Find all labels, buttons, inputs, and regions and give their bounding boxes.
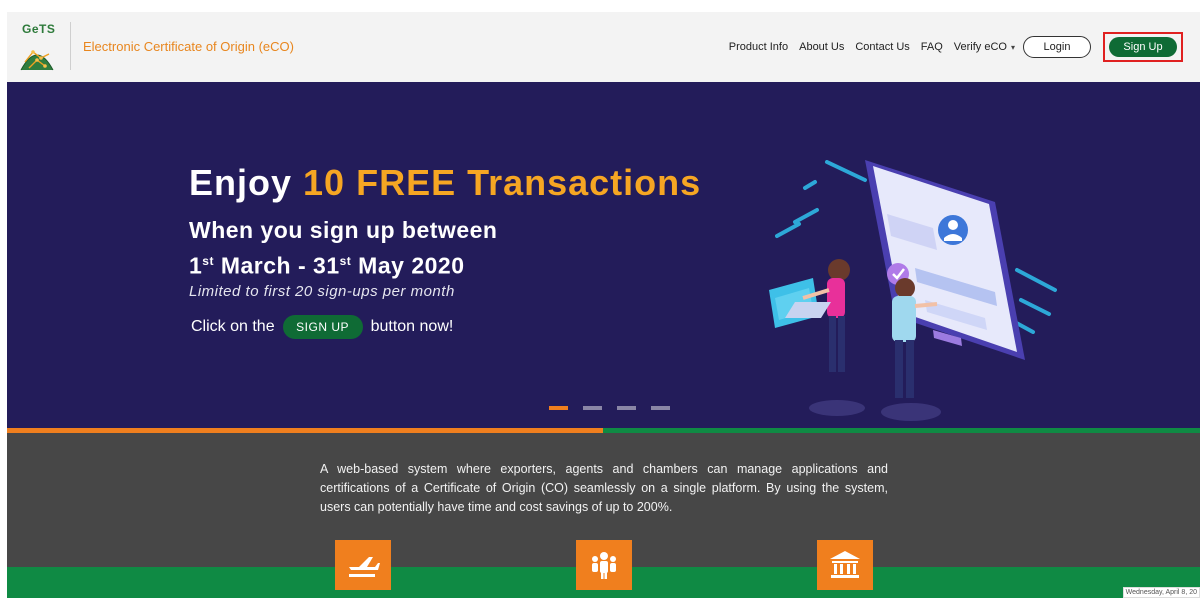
airplane-icon <box>349 557 380 577</box>
signup-illustration <box>769 160 1057 421</box>
bank-icon <box>830 551 860 578</box>
logo-text: GeTS <box>22 22 56 36</box>
nav-product-info[interactable]: Product Info <box>729 41 788 53</box>
signup-button[interactable]: Sign Up <box>1109 37 1177 57</box>
nav-faq[interactable]: FAQ <box>921 41 943 53</box>
feature-airplane-tile[interactable] <box>335 540 391 590</box>
banner-title-prefix: Enjoy <box>189 162 304 203</box>
banner-title: Enjoy 10 FREE Transactions <box>189 162 701 204</box>
cta-suffix: button now! <box>370 318 454 335</box>
banner-title-accent: 10 FREE Transactions <box>303 162 702 203</box>
logo-divider <box>70 22 71 70</box>
banner-cta: Click on the SIGN UP button now! <box>191 315 453 339</box>
feature-people-tile[interactable] <box>576 540 632 590</box>
signup-highlight-box: Sign Up <box>1103 32 1183 62</box>
chevron-down-icon: ▾ <box>1010 43 1015 52</box>
nav-about-us[interactable]: About Us <box>799 41 844 53</box>
system-description: A web-based system where exporters, agen… <box>320 462 888 514</box>
site-header: GeTS Electronic Certificate of Origin (e… <box>7 12 1200 83</box>
banner-signup-button[interactable]: SIGN UP <box>282 315 363 339</box>
date-start-day: 1 <box>189 252 203 279</box>
people-icon <box>592 552 616 579</box>
banner-limit-text: Limited to first 20 sign-ups per month <box>189 283 455 300</box>
carousel-dot-4[interactable] <box>651 406 670 410</box>
date-end-suffix: st <box>339 254 352 268</box>
app-title: Electronic Certificate of Origin (eCO) <box>83 39 294 54</box>
banner-date-range: 1st March - 31st May 2020 <box>189 246 497 282</box>
main-nav: Product Info About Us Contact Us FAQ Ver… <box>729 32 1183 62</box>
nav-contact-us[interactable]: Contact Us <box>855 41 909 53</box>
cta-prefix: Click on the <box>191 318 275 335</box>
banner-subtitle-line1: When you sign up between <box>189 217 498 243</box>
nav-verify-eco-label: Verify eCO <box>953 41 1007 53</box>
carousel-dot-1[interactable] <box>549 406 568 410</box>
carousel-dot-3[interactable] <box>617 406 636 410</box>
date-end-rest: May 2020 <box>351 252 465 279</box>
globe-network-icon <box>20 50 54 71</box>
system-timestamp: Wednesday, April 8, 20 <box>1122 587 1200 598</box>
carousel-indicators <box>549 406 685 410</box>
window-top-margin <box>0 0 1200 12</box>
nav-verify-eco-dropdown[interactable]: Verify eCO ▾ <box>954 41 1015 53</box>
feature-bank-tile[interactable] <box>817 540 873 590</box>
login-button[interactable]: Login <box>1023 36 1091 58</box>
promo-banner: Enjoy 10 FREE Transactions When you sign… <box>7 82 1200 428</box>
carousel-dot-2[interactable] <box>583 406 602 410</box>
banner-subtitle: When you sign up between 1st March - 31s… <box>189 215 497 282</box>
date-start-suffix: st <box>202 254 214 268</box>
gets-logo[interactable]: GeTS <box>19 22 55 72</box>
date-start-rest: March - 31 <box>213 252 340 279</box>
